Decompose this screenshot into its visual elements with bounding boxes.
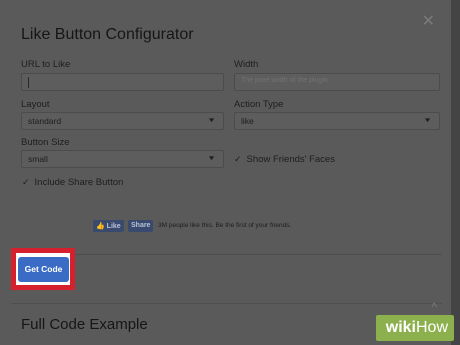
chevron-down-icon: ▼ bbox=[207, 116, 216, 124]
width-input[interactable]: The pixel width of the plugin bbox=[234, 73, 440, 91]
get-code-button[interactable]: Get Code bbox=[18, 257, 69, 282]
divider bbox=[11, 254, 442, 255]
layout-label: Layout bbox=[21, 99, 50, 110]
layout-value: standard bbox=[28, 116, 62, 126]
dialog-title: Like Button Configurator bbox=[21, 26, 194, 43]
checkmark-icon: ✓ bbox=[22, 177, 30, 187]
action-type-value: like bbox=[241, 116, 254, 126]
action-type-label: Action Type bbox=[234, 99, 284, 110]
close-icon[interactable]: ✕ bbox=[422, 14, 435, 30]
button-size-label: Button Size bbox=[21, 137, 70, 148]
chevron-down-icon: ▼ bbox=[423, 116, 432, 124]
width-placeholder: The pixel width of the plugin bbox=[241, 77, 328, 84]
full-code-example-title: Full Code Example bbox=[21, 316, 148, 333]
facebook-share-button[interactable]: Share bbox=[128, 220, 154, 232]
facebook-like-button[interactable]: 👍 Like bbox=[93, 220, 124, 232]
chevron-up-icon[interactable]: ^ bbox=[431, 300, 437, 314]
text-cursor bbox=[28, 77, 29, 88]
thumbs-up-icon: 👍 bbox=[96, 223, 105, 230]
show-faces-label: Show Friends' Faces bbox=[246, 154, 335, 165]
action-type-select[interactable]: like ▼ bbox=[234, 112, 440, 130]
wikihow-watermark: wikiHow bbox=[375, 315, 454, 341]
share-label: Share bbox=[131, 222, 151, 229]
include-share-checkbox[interactable]: ✓ Include Share Button bbox=[22, 177, 123, 188]
scrollbar[interactable] bbox=[451, 0, 460, 345]
width-label: Width bbox=[234, 59, 259, 70]
watermark-how: How bbox=[415, 319, 448, 336]
chevron-down-icon: ▼ bbox=[207, 154, 216, 162]
show-faces-checkbox[interactable]: ✓ Show Friends' Faces bbox=[234, 154, 335, 165]
like-label: Like bbox=[106, 223, 121, 230]
like-count-text: 3M people like this. Be the first of you… bbox=[158, 222, 292, 229]
url-input[interactable] bbox=[21, 73, 224, 91]
like-button-configurator-dialog: ✕ Like Button Configurator URL to Like W… bbox=[0, 0, 451, 345]
url-label: URL to Like bbox=[21, 59, 71, 70]
include-share-label: Include Share Button bbox=[34, 177, 124, 188]
button-size-value: small bbox=[28, 154, 48, 164]
checkmark-icon: ✓ bbox=[234, 154, 242, 164]
divider bbox=[11, 303, 442, 304]
layout-select[interactable]: standard ▼ bbox=[21, 112, 224, 130]
watermark-wiki: wiki bbox=[385, 319, 416, 336]
button-size-select[interactable]: small ▼ bbox=[21, 150, 224, 168]
